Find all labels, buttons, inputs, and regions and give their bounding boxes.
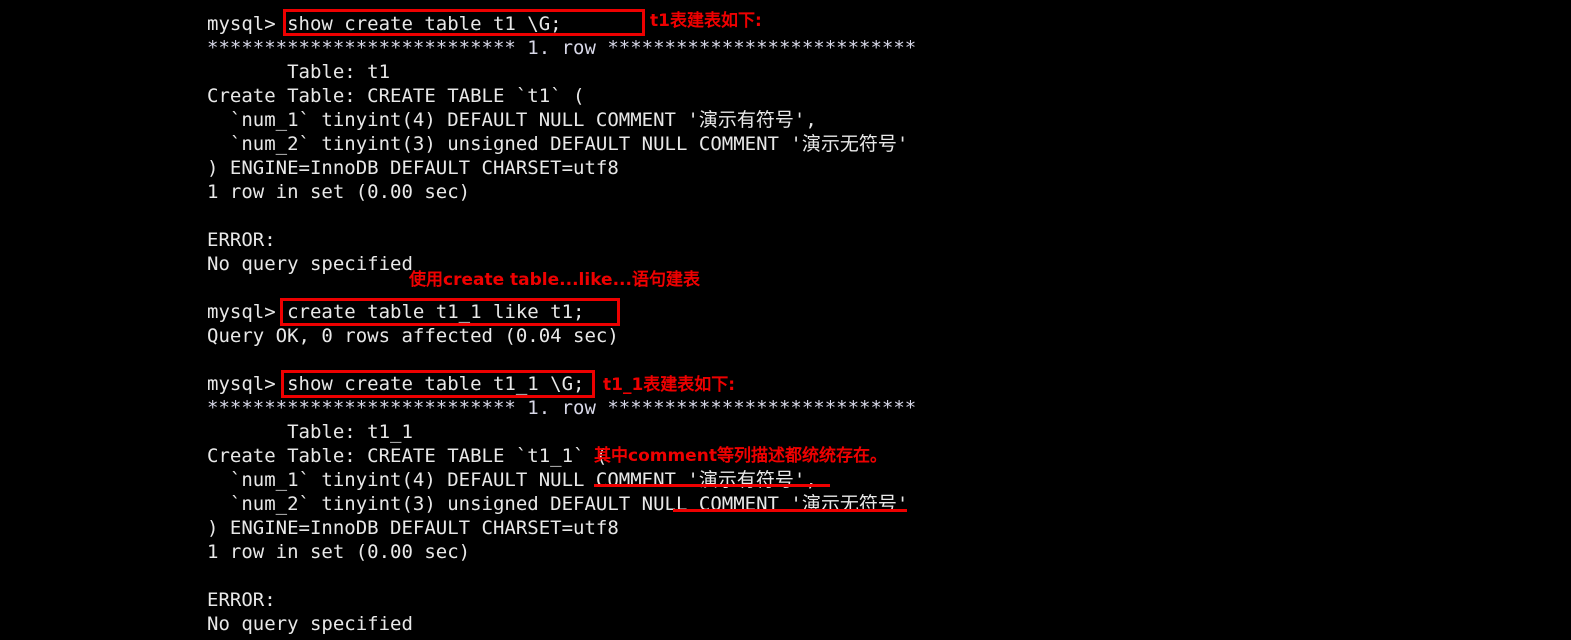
terminal-line-row-separator-1: *************************** 1. row *****…	[207, 37, 917, 59]
terminal-line-create-table-2: Create Table: CREATE TABLE `t1_1` (	[207, 445, 608, 467]
terminal-line-error-msg-2: No query specified	[207, 613, 413, 635]
terminal-line-table-name-1: Table: t1	[207, 61, 391, 83]
terminal-line-error-label-1: ERROR:	[207, 229, 276, 251]
terminal-line-column-num2-1: `num_2` tinyint(3) unsigned DEFAULT NULL…	[207, 133, 909, 155]
terminal-line-prompt-3: mysql> show create table t1_1 \G;	[207, 373, 585, 395]
terminal-line-query-ok: Query OK, 0 rows affected (0.04 sec)	[207, 325, 619, 347]
annotation-label-t1-1: t1_1表建表如下:	[603, 375, 736, 395]
terminal-line-engine-2: ) ENGINE=InnoDB DEFAULT CHARSET=utf8	[207, 517, 619, 539]
terminal-line-rowcount-2: 1 row in set (0.00 sec)	[207, 541, 471, 563]
terminal-line-create-table-1: Create Table: CREATE TABLE `t1` (	[207, 85, 585, 107]
terminal-output: mysql> show create table t1 \G; ********…	[0, 0, 1571, 640]
annotation-label-create-like: 使用create table...like...语句建表	[409, 270, 700, 290]
terminal-line-rowcount-1: 1 row in set (0.00 sec)	[207, 181, 471, 203]
terminal-screenshot: mysql> show create table t1 \G; ********…	[0, 0, 1571, 640]
annotation-label-comment-kept: 其中comment等列描述都统统存在。	[594, 446, 887, 466]
terminal-line-column-num1-1: `num_1` tinyint(4) DEFAULT NULL COMMENT …	[207, 109, 817, 131]
terminal-line-engine-1: ) ENGINE=InnoDB DEFAULT CHARSET=utf8	[207, 157, 619, 179]
annotation-label-t1: t1表建表如下:	[650, 11, 762, 31]
terminal-line-error-msg-1: No query specified	[207, 253, 413, 275]
terminal-line-column-num1-2: `num_1` tinyint(4) DEFAULT NULL COMMENT …	[207, 469, 817, 491]
terminal-line-table-name-2: Table: t1_1	[207, 421, 413, 443]
terminal-line-row-separator-2: *************************** 1. row *****…	[207, 397, 917, 419]
terminal-line-prompt-2: mysql> create table t1_1 like t1;	[207, 301, 585, 323]
terminal-line-column-num2-2: `num_2` tinyint(3) unsigned DEFAULT NULL…	[207, 493, 909, 515]
terminal-line-error-label-2: ERROR:	[207, 589, 276, 611]
terminal-line-prompt-1: mysql> show create table t1 \G;	[207, 13, 562, 35]
